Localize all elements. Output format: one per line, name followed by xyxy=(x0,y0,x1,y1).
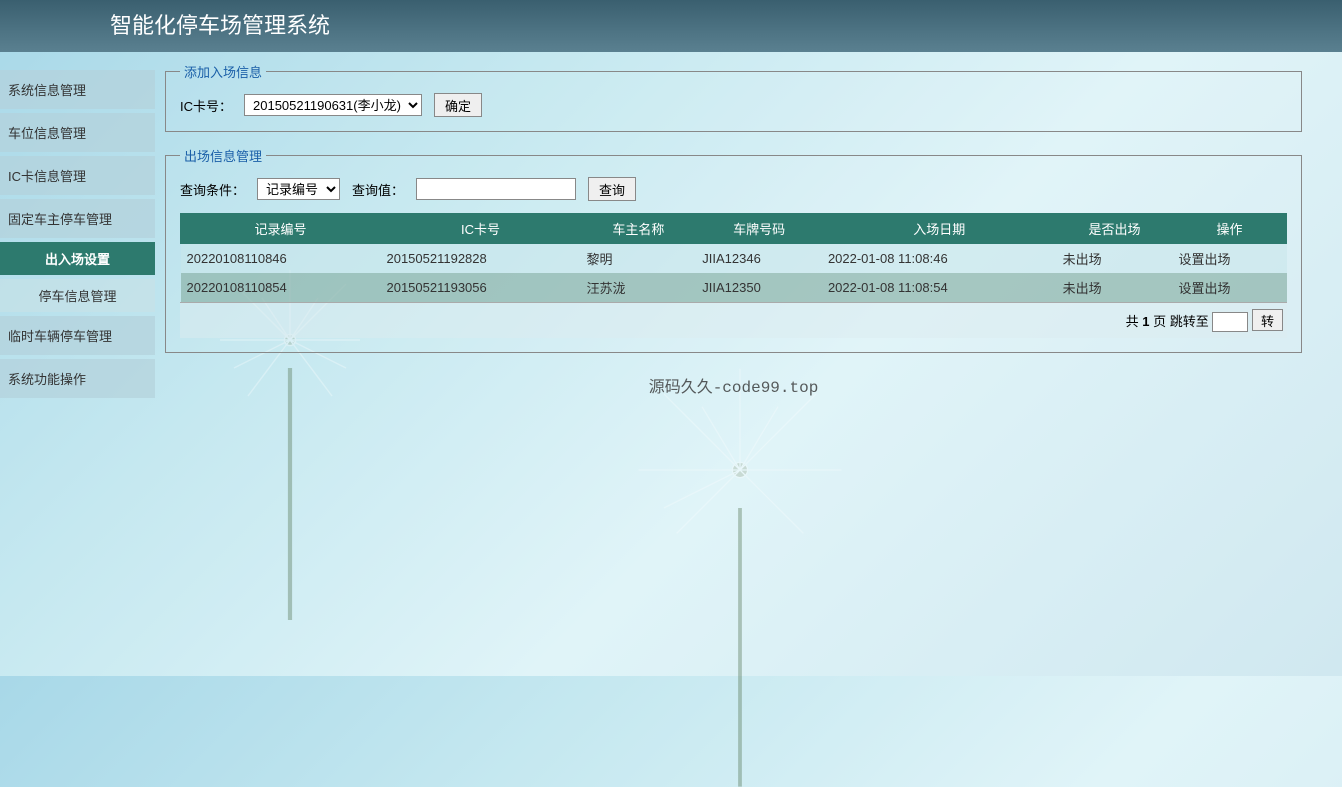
col-entry-date: 入场日期 xyxy=(822,214,1057,244)
query-value-input[interactable] xyxy=(416,178,576,200)
col-plate: 车牌号码 xyxy=(696,214,822,244)
cell-owner: 黎明 xyxy=(580,244,696,274)
pagination-go-button[interactable]: 转 xyxy=(1252,309,1283,331)
col-exited: 是否出场 xyxy=(1057,214,1173,244)
sidebar-item-parking-info[interactable]: 停车信息管理 xyxy=(0,279,155,312)
watermark-text: 源码久久-code99.top xyxy=(165,373,1302,397)
pagination: 共 1 页 跳转至 转 xyxy=(180,302,1287,338)
set-exit-link[interactable]: 设置出场 xyxy=(1178,252,1230,267)
sidebar-item-ic-card[interactable]: IC卡信息管理 xyxy=(0,156,155,195)
table-row: 20220108110846 20150521192828 黎明 JIIA123… xyxy=(181,244,1287,274)
sidebar-item-parking-spot[interactable]: 车位信息管理 xyxy=(0,113,155,152)
records-table: 记录编号 IC卡号 车主名称 车牌号码 入场日期 是否出场 操作 2022010… xyxy=(180,213,1287,302)
sidebar-item-system-info[interactable]: 系统信息管理 xyxy=(0,70,155,109)
sidebar: 系统信息管理 车位信息管理 IC卡信息管理 固定车主停车管理 出入场设置 停车信… xyxy=(0,52,155,407)
col-ic: IC卡号 xyxy=(380,214,580,244)
query-condition-select[interactable]: 记录编号 xyxy=(257,178,340,200)
cell-owner: 汪苏泷 xyxy=(580,273,696,302)
ic-card-select[interactable]: 20150521190631(李小龙) xyxy=(244,94,422,116)
exit-manage-fieldset: 出场信息管理 查询条件： 记录编号 查询值： 查询 记录编号 IC卡号 车主名称… xyxy=(165,146,1302,353)
cell-exited: 未出场 xyxy=(1057,273,1173,302)
col-owner: 车主名称 xyxy=(580,214,696,244)
confirm-button[interactable]: 确定 xyxy=(434,93,482,117)
table-row: 20220108110854 20150521193056 汪苏泷 JIIA12… xyxy=(181,273,1287,302)
add-entry-fieldset: 添加入场信息 IC卡号： 20150521190631(李小龙) 确定 xyxy=(165,62,1302,132)
pagination-jump-input[interactable] xyxy=(1212,312,1248,332)
exit-manage-legend: 出场信息管理 xyxy=(180,146,266,165)
pagination-total-prefix: 共 xyxy=(1126,314,1143,329)
cell-exited: 未出场 xyxy=(1057,244,1173,274)
cell-ic: 20150521193056 xyxy=(380,273,580,302)
col-action: 操作 xyxy=(1172,214,1286,244)
query-value-label: 查询值： xyxy=(352,180,404,199)
sidebar-item-fixed-owner[interactable]: 固定车主停车管理 xyxy=(0,199,155,238)
col-record-no: 记录编号 xyxy=(181,214,381,244)
cell-ic: 20150521192828 xyxy=(380,244,580,274)
cell-record-no: 20220108110846 xyxy=(181,244,381,274)
query-condition-label: 查询条件： xyxy=(180,180,245,199)
sidebar-item-entry-exit-setting[interactable]: 出入场设置 xyxy=(0,242,155,275)
cell-record-no: 20220108110854 xyxy=(181,273,381,302)
set-exit-link[interactable]: 设置出场 xyxy=(1178,281,1230,296)
cell-entry-date: 2022-01-08 11:08:54 xyxy=(822,273,1057,302)
cell-entry-date: 2022-01-08 11:08:46 xyxy=(822,244,1057,274)
pagination-total-suffix: 页 跳转至 xyxy=(1150,314,1213,329)
pagination-total-pages: 1 xyxy=(1142,314,1149,329)
ic-card-label: IC卡号： xyxy=(180,96,232,115)
query-button[interactable]: 查询 xyxy=(588,177,636,201)
page-title: 智能化停车场管理系统 xyxy=(0,0,1342,52)
sidebar-item-system-ops[interactable]: 系统功能操作 xyxy=(0,359,155,398)
add-entry-legend: 添加入场信息 xyxy=(180,62,266,81)
cell-plate: JIIA12346 xyxy=(696,244,822,274)
sidebar-item-temp-vehicle[interactable]: 临时车辆停车管理 xyxy=(0,316,155,355)
cell-plate: JIIA12350 xyxy=(696,273,822,302)
